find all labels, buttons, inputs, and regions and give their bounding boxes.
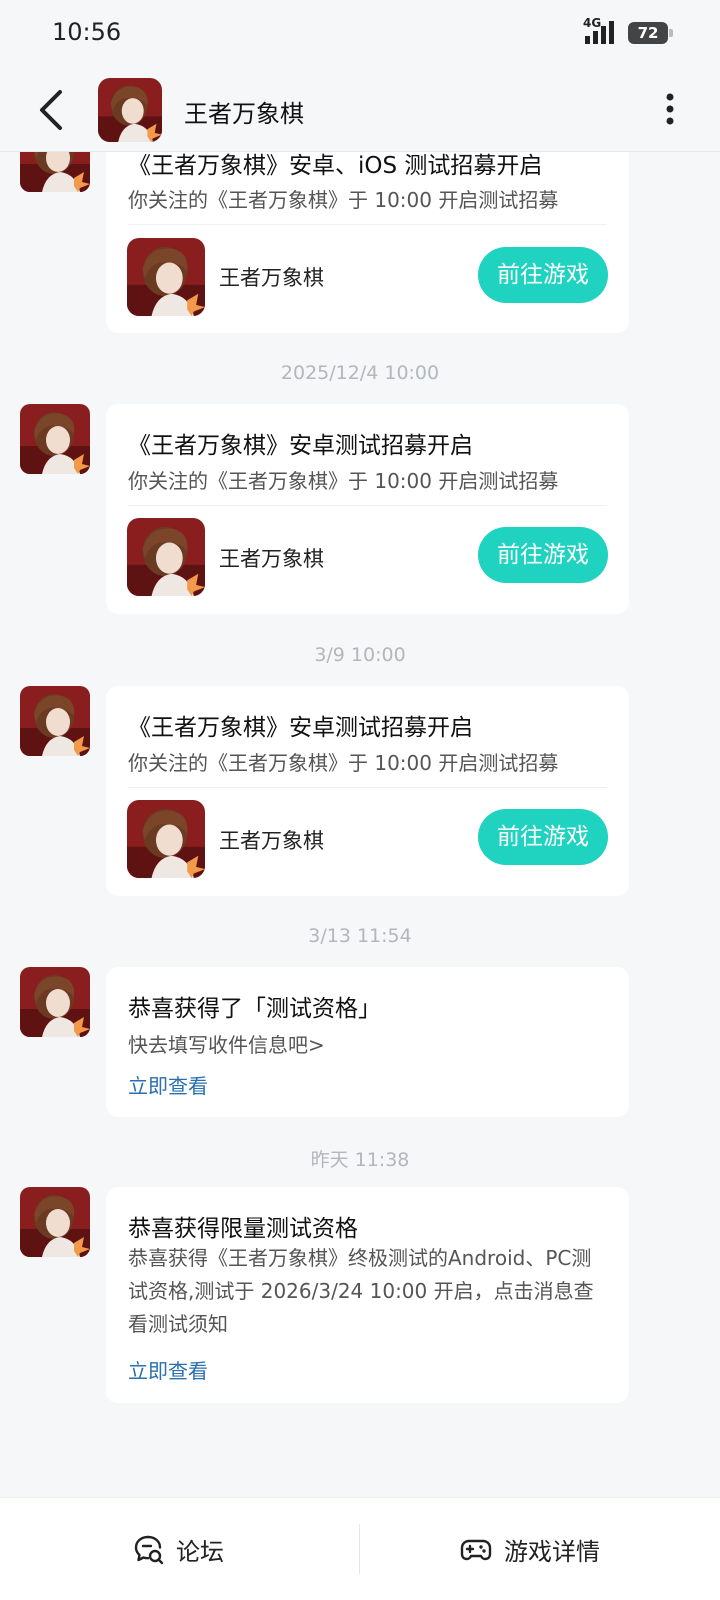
- game-name: 王者万象棋: [219, 547, 324, 571]
- divider: [128, 787, 607, 788]
- game-avatar[interactable]: [98, 78, 162, 142]
- chat-header: 王者万象棋: [0, 70, 720, 152]
- game-name: 王者万象棋: [219, 266, 324, 290]
- back-arrow-icon[interactable]: [30, 88, 74, 132]
- message-description: 你关注的《王者万象棋》于 10:00 开启测试招募: [128, 751, 559, 775]
- sender-avatar[interactable]: [20, 967, 90, 1037]
- view-now-link[interactable]: 立即查看: [128, 1355, 208, 1384]
- game-icon[interactable]: [127, 800, 205, 878]
- message-description: 你关注的《王者万象棋》于 10:00 开启测试招募: [128, 188, 559, 212]
- bottom-bar: 论坛 游戏详情: [0, 1497, 720, 1600]
- timestamp: 3/9 10:00: [314, 644, 406, 666]
- go-to-game-button[interactable]: 前往游戏: [478, 527, 608, 583]
- message-description: 快去填写收件信息吧>: [128, 1033, 325, 1057]
- battery-icon: 72: [628, 22, 673, 44]
- more-options-icon[interactable]: [650, 90, 690, 130]
- divider: [128, 224, 607, 225]
- sender-avatar[interactable]: [20, 1187, 90, 1257]
- game-icon[interactable]: [127, 238, 205, 316]
- page-title: 王者万象棋: [184, 100, 304, 128]
- forum-chat-icon: [134, 1535, 164, 1565]
- status-bar: 10:56 4G 72: [0, 0, 720, 70]
- go-to-game-button[interactable]: 前往游戏: [478, 247, 608, 303]
- message-title: 恭喜获得了「测试资格」: [128, 996, 381, 1022]
- message-card[interactable]: 恭喜获得了「测试资格」 快去填写收件信息吧> 立即查看: [106, 967, 629, 1117]
- message-card[interactable]: 《王者万象棋》安卓、iOS 测试招募开启 你关注的《王者万象棋》于 10:00 …: [106, 152, 629, 333]
- message-description: 你关注的《王者万象棋》于 10:00 开启测试招募: [128, 469, 559, 493]
- timestamp: 3/13 11:54: [308, 925, 412, 947]
- game-name: 王者万象棋: [219, 829, 324, 853]
- message-card[interactable]: 《王者万象棋》安卓测试招募开启 你关注的《王者万象棋》于 10:00 开启测试招…: [106, 686, 629, 896]
- sender-avatar[interactable]: [20, 404, 90, 474]
- status-time: 10:56: [52, 18, 122, 46]
- message-card[interactable]: 《王者万象棋》安卓测试招募开启 你关注的《王者万象棋》于 10:00 开启测试招…: [106, 404, 629, 614]
- view-now-link[interactable]: 立即查看: [128, 1070, 208, 1099]
- signal-icon: [585, 21, 614, 44]
- message-title: 《王者万象棋》安卓测试招募开启: [128, 433, 473, 459]
- game-details-button[interactable]: 游戏详情: [360, 1498, 719, 1600]
- sender-avatar[interactable]: [20, 686, 90, 756]
- message-title: 恭喜获得限量测试资格: [128, 1216, 358, 1242]
- timestamp: 2025/12/4 10:00: [280, 362, 440, 384]
- go-to-game-button[interactable]: 前往游戏: [478, 809, 608, 865]
- message-title: 《王者万象棋》安卓测试招募开启: [128, 715, 473, 741]
- message-body: 恭喜获得《王者万象棋》终极测试的Android、PC测试资格,测试于 2026/…: [128, 1246, 594, 1336]
- forum-label: 论坛: [176, 1538, 224, 1566]
- message-title: 《王者万象棋》安卓、iOS 测试招募开启: [128, 153, 543, 179]
- message-card[interactable]: 恭喜获得限量测试资格 恭喜获得《王者万象棋》终极测试的Android、PC测试资…: [106, 1187, 629, 1403]
- gamepad-icon: [460, 1539, 492, 1561]
- divider: [128, 505, 607, 506]
- game-details-label: 游戏详情: [504, 1538, 600, 1566]
- sender-avatar[interactable]: [20, 152, 90, 192]
- game-icon[interactable]: [127, 518, 205, 596]
- timestamp: 昨天 11:38: [310, 1149, 410, 1171]
- message-feed[interactable]: 《王者万象棋》安卓、iOS 测试招募开启 你关注的《王者万象棋》于 10:00 …: [0, 152, 720, 1497]
- forum-button[interactable]: 论坛: [0, 1498, 359, 1600]
